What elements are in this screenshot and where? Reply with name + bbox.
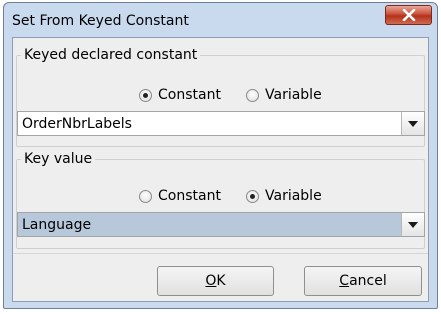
radio-unselected-icon: [246, 88, 259, 102]
radio-selected-icon: [246, 189, 259, 203]
key-value-combo[interactable]: Language: [17, 212, 425, 237]
combo-value: Language: [22, 216, 92, 233]
radio-label: Variable: [265, 87, 322, 103]
ok-mnemonic: O: [205, 273, 217, 289]
triangle-down-icon: [408, 221, 418, 228]
button-separator: [13, 253, 428, 254]
cancel-button[interactable]: Cancel: [304, 266, 422, 296]
cancel-mnemonic: C: [339, 273, 350, 289]
radio-label: Variable: [265, 188, 322, 204]
key-value-radio-constant[interactable]: Constant: [139, 186, 221, 206]
ok-button[interactable]: OK: [157, 266, 274, 296]
key-value-radio-variable[interactable]: Variable: [246, 186, 322, 206]
keyed-constant-radio-variable[interactable]: Variable: [246, 85, 322, 105]
key-value-legend: Key value: [24, 151, 93, 167]
keyed-constant-radio-row: Constant Variable: [13, 85, 428, 105]
radio-label: Constant: [158, 188, 221, 204]
radio-unselected-icon: [139, 189, 152, 203]
dialog-window: Set From Keyed Constant Keyed declared c…: [3, 2, 438, 309]
dropdown-arrow-button[interactable]: [401, 213, 424, 236]
dropdown-arrow-button[interactable]: [401, 112, 424, 135]
key-value-radio-row: Constant Variable: [13, 186, 428, 206]
close-button[interactable]: [385, 5, 432, 25]
title-bar[interactable]: Set From Keyed Constant: [4, 3, 437, 37]
window-title: Set From Keyed Constant: [12, 13, 189, 29]
keyed-constant-legend: Keyed declared constant: [24, 47, 198, 63]
keyed-constant-radio-constant[interactable]: Constant: [139, 85, 221, 105]
triangle-down-icon: [408, 120, 418, 127]
dialog-content: Keyed declared constant Constant Variabl…: [12, 37, 429, 302]
radio-selected-icon: [139, 88, 152, 102]
ok-label-rest: K: [216, 273, 226, 289]
close-x-icon: [402, 9, 416, 21]
cancel-label-rest: ancel: [349, 273, 387, 289]
combo-value: OrderNbrLabels: [22, 115, 132, 132]
keyed-constant-combo[interactable]: OrderNbrLabels: [17, 111, 425, 136]
radio-label: Constant: [158, 87, 221, 103]
